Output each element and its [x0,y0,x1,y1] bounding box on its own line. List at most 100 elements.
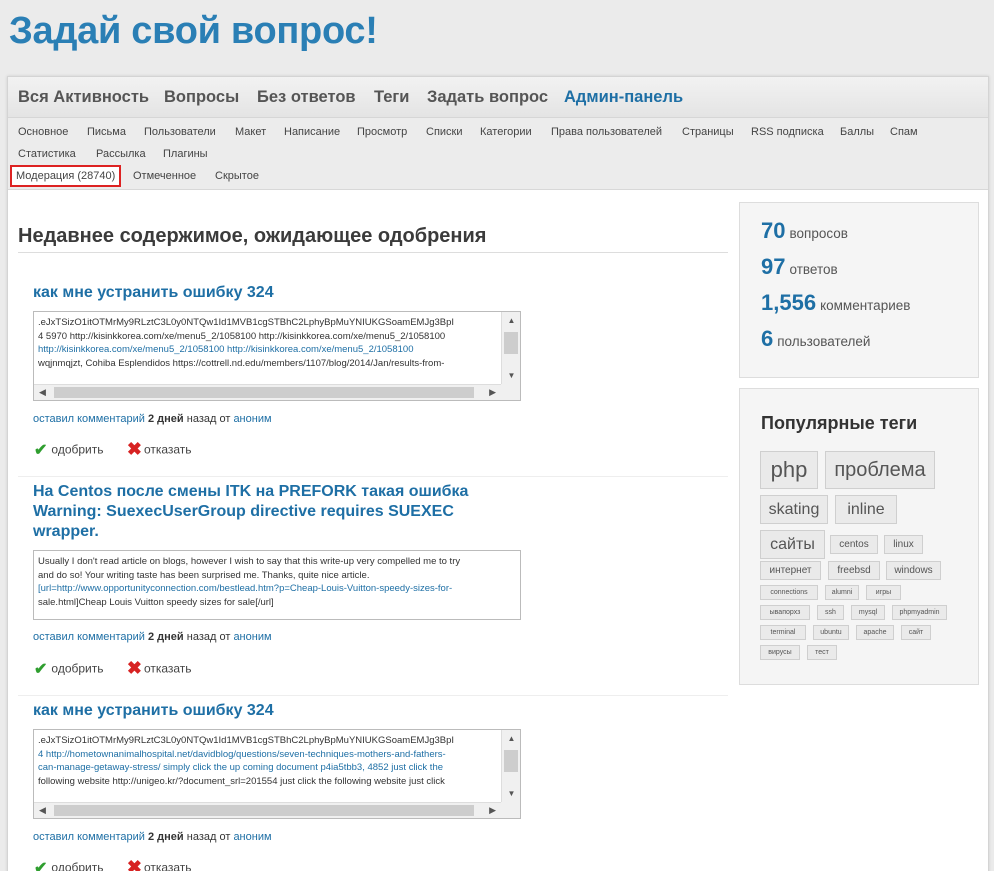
subnav-viewing[interactable]: Просмотр [357,126,407,138]
scrollbar-thumb[interactable] [504,332,518,354]
approve-button[interactable]: одобрить [51,662,103,676]
post-content-box[interactable]: .eJxTSizO1itOTMrMy9RLztC3L0y0NTQw1Id1MVB… [33,311,521,401]
approve-button[interactable]: одобрить [51,861,103,871]
author-link[interactable]: аноним [233,413,271,425]
scroll-corner [501,802,520,818]
tag[interactable]: alumni [825,585,859,600]
content-line: [url=http://www.opportunityconnection.co… [38,583,453,594]
post-title[interactable]: как мне устранить ошибку 324 [33,283,274,303]
tag[interactable]: inline [835,495,897,524]
tag[interactable]: terminal [760,625,806,640]
comment-link[interactable]: оставил комментарий [33,413,145,425]
tag[interactable]: linux [884,535,923,554]
horizontal-scrollbar[interactable]: ◀ ▶ [34,384,501,400]
scroll-down-icon[interactable]: ▼ [502,369,520,383]
subnav-points[interactable]: Баллы [840,126,874,138]
tag[interactable]: сайт [901,625,931,640]
tag[interactable]: phpmyadmin [892,605,947,620]
author-link[interactable]: аноним [233,831,271,843]
comment-link[interactable]: оставил комментарий [33,831,145,843]
subnav-stats[interactable]: Статистика [18,148,76,160]
checkmark-icon[interactable]: ✔ [34,442,47,459]
nav-unanswered[interactable]: Без ответов [257,88,356,107]
tag[interactable]: windows [886,561,941,580]
tag[interactable]: connections [760,585,818,600]
reject-button[interactable]: отказать [144,443,192,457]
post-title[interactable]: На Centos после смены ITK на PREFORK так… [33,482,503,542]
post-content-box[interactable]: .eJxTSizO1itOTMrMy9RLztC3L0y0NTQw1Id1MVB… [33,729,521,819]
site-title[interactable]: Задай свой вопрос! [9,10,378,53]
scroll-down-icon[interactable]: ▼ [502,787,520,801]
scroll-right-icon[interactable]: ▶ [489,804,496,818]
tag[interactable]: тест [807,645,837,660]
vertical-scrollbar[interactable]: ▲ ▼ [501,730,520,802]
scrollbar-thumb[interactable] [54,805,474,816]
tag[interactable]: сайты [760,530,825,559]
subnav-pages[interactable]: Страницы [682,126,734,138]
nav-admin-panel[interactable]: Админ-панель [564,88,683,107]
scroll-left-icon[interactable]: ◀ [39,386,46,400]
subnav-mailing[interactable]: Рассылка [96,148,146,160]
tag[interactable]: apache [856,625,894,640]
subnav-flagged[interactable]: Отмеченное [133,170,196,182]
checkmark-icon[interactable]: ✔ [34,860,47,871]
tag[interactable]: centos [830,535,878,554]
scrollbar-thumb[interactable] [504,750,518,772]
tag[interactable]: skating [760,495,828,524]
horizontal-scrollbar[interactable]: ◀ ▶ [34,802,501,818]
tag[interactable]: ывапорхз [760,605,810,620]
post-content-box[interactable]: Usually I don't read article on blogs, h… [33,550,521,620]
subnav-plugins[interactable]: Плагины [163,148,208,160]
cross-icon[interactable]: ✖ [127,658,142,678]
nav-ask-question[interactable]: Задать вопрос [427,88,548,107]
subnav-moderation[interactable]: Модерация (28740) [10,165,122,187]
content-line: 4 http://hometownanimalhospital.net/davi… [38,748,446,760]
subnav-posting[interactable]: Написание [284,126,340,138]
tag[interactable]: интернет [760,561,821,580]
tag[interactable]: игры [866,585,901,600]
cross-icon[interactable]: ✖ [127,439,142,459]
checkmark-icon[interactable]: ✔ [34,661,47,678]
comment-link[interactable]: оставил комментарий [33,631,145,643]
subnav-rss[interactable]: RSS подписка [751,126,824,138]
tag[interactable]: mysql [851,605,885,620]
meta-text: назад от [186,831,231,843]
subnav-users[interactable]: Пользователи [144,126,216,138]
reject-button[interactable]: отказать [144,662,192,676]
approve-button[interactable]: одобрить [51,443,103,457]
tag[interactable]: ssh [817,605,844,620]
divider [18,695,728,696]
author-link[interactable]: аноним [233,631,271,643]
subnav-hidden[interactable]: Скрытое [215,170,259,182]
vertical-scrollbar[interactable]: ▲ ▼ [501,312,520,384]
subnav-layout[interactable]: Макет [235,126,266,138]
subnav-categories[interactable]: Категории [480,126,532,138]
nav-tags[interactable]: Теги [374,88,409,107]
nav-all-activity[interactable]: Вся Активность [18,88,149,107]
tag[interactable]: вирусы [760,645,800,660]
subnav-emails[interactable]: Письма [87,126,126,138]
post-title[interactable]: как мне устранить ошибку 324 [33,701,274,721]
site-stats: 70 вопросов 97 ответов 1,556 комментариев 6… [739,202,979,378]
cross-icon[interactable]: ✖ [127,857,142,871]
tag[interactable]: проблема [825,451,935,489]
nav-questions[interactable]: Вопросы [164,88,239,107]
post-content: .eJxTSizO1itOTMrMy9RLztC3L0y0NTQw1Id1MVB… [34,730,520,792]
scroll-right-icon[interactable]: ▶ [489,386,496,400]
post-age: 2 дней [148,413,184,425]
subnav-lists[interactable]: Списки [426,126,463,138]
subnav-general[interactable]: Основное [18,126,68,138]
tag[interactable]: freebsd [828,561,880,580]
scroll-up-icon[interactable]: ▲ [502,314,520,328]
scrollbar-thumb[interactable] [54,387,474,398]
tag[interactable]: php [760,451,818,489]
scroll-left-icon[interactable]: ◀ [39,804,46,818]
tags-title: Популярные теги [761,413,918,433]
stat-label: вопросов [789,226,848,241]
reject-button[interactable]: отказать [144,861,192,871]
subnav-spam[interactable]: Спам [890,126,918,138]
tag[interactable]: ubuntu [813,625,849,640]
scroll-corner [501,384,520,400]
scroll-up-icon[interactable]: ▲ [502,732,520,746]
subnav-permissions[interactable]: Права пользователей [551,126,662,138]
